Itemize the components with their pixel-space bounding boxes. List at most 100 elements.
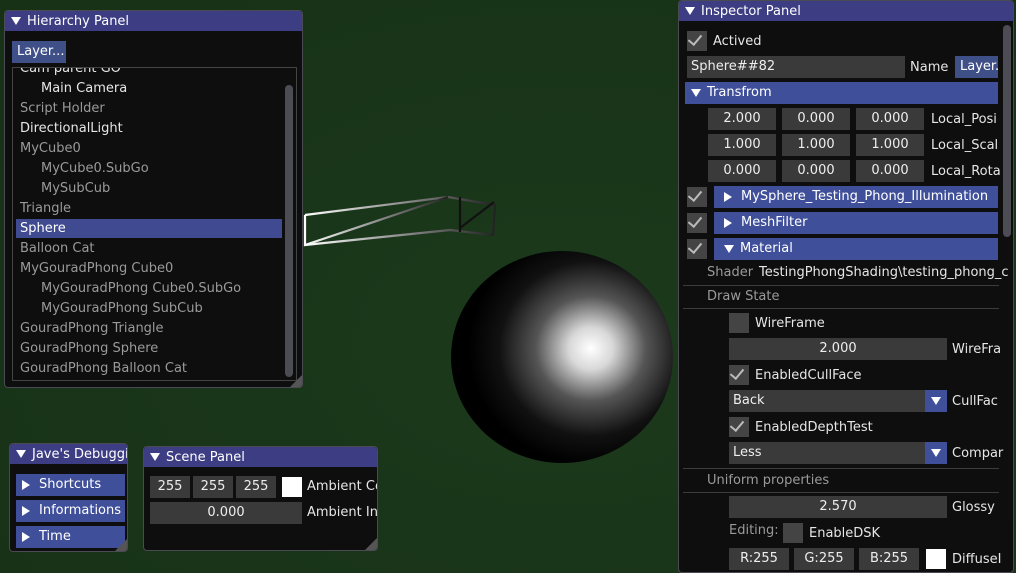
- component-header-material[interactable]: Material: [714, 238, 998, 260]
- rotation-z-field[interactable]: 0.000: [856, 160, 924, 182]
- component-label: MeshFilter: [741, 215, 808, 230]
- transform-header[interactable]: Transfrom: [685, 82, 998, 104]
- shader-value: TestingPhongShading\testing_phong_c: [759, 265, 1009, 280]
- depthtest-label: EnabledDepthTest: [755, 420, 873, 435]
- depth-compare-label: Compar: [952, 446, 1004, 461]
- inspector-title: Inspector Panel: [701, 3, 801, 19]
- shader-label: Shader: [707, 265, 754, 280]
- position-z-field[interactable]: 0.000: [856, 108, 924, 130]
- chevron-down-icon[interactable]: [925, 390, 947, 412]
- informations-label: Informations: [39, 503, 122, 518]
- scene-title-bar[interactable]: Scene Panel: [144, 447, 377, 467]
- tree-item[interactable]: DirectionalLight: [13, 121, 123, 136]
- component-enabled-checkbox[interactable]: [687, 239, 707, 259]
- tree-item[interactable]: MyCube0: [13, 141, 81, 156]
- scene-panel: Scene Panel 255 255 255 Ambient Co 0.000…: [143, 446, 378, 551]
- wireframe-width-slider[interactable]: 2.000: [729, 338, 947, 360]
- tree-item[interactable]: MyGouradPhong Cube0: [13, 261, 173, 276]
- debug-title-bar[interactable]: Jave's Debuggi: [10, 444, 127, 464]
- tree-item[interactable]: MyGouradPhong SubCub: [13, 301, 203, 316]
- ambient-intensity-label: Ambient In: [307, 505, 378, 520]
- ambient-g-field[interactable]: 255: [193, 476, 233, 498]
- tree-item-selected[interactable]: Sphere: [16, 219, 282, 238]
- chevron-down-icon[interactable]: [925, 442, 947, 464]
- name-label: Name: [910, 60, 949, 75]
- rotation-x-field[interactable]: 0.000: [708, 160, 776, 182]
- ambient-color-swatch[interactable]: [282, 477, 302, 497]
- cullface-select[interactable]: Back: [729, 390, 947, 412]
- hierarchy-title-bar[interactable]: Hierarchy Panel: [5, 11, 302, 31]
- tree-item[interactable]: Balloon Cat: [13, 241, 95, 256]
- time-label: Time: [39, 529, 71, 544]
- debug-panel: Jave's Debuggi Shortcuts Informations Ti…: [9, 443, 128, 552]
- component-enabled-checkbox[interactable]: [687, 187, 707, 207]
- tree-item[interactable]: Triangle: [13, 201, 71, 216]
- inspector-layer-button[interactable]: Layer..: [955, 56, 998, 78]
- collapse-arrow-icon[interactable]: [11, 17, 21, 25]
- diffuse-r-field[interactable]: R:255: [729, 548, 789, 570]
- wireframe-label: WireFrame: [755, 316, 825, 331]
- component-header-meshfilter[interactable]: MeshFilter: [714, 212, 998, 234]
- position-y-field[interactable]: 0.000: [782, 108, 850, 130]
- hierarchy-title: Hierarchy Panel: [27, 13, 130, 29]
- scene-title: Scene Panel: [166, 449, 245, 465]
- glossy-label: Glossy: [952, 500, 995, 515]
- divider: [683, 468, 999, 469]
- tree-item[interactable]: GouradPhong Triangle: [13, 321, 164, 336]
- component-header-script[interactable]: MySphere_Testing_Phong_Illumination: [714, 186, 998, 208]
- hierarchy-scrollbar[interactable]: [285, 85, 293, 377]
- rotation-y-field[interactable]: 0.000: [782, 160, 850, 182]
- cullface-checkbox[interactable]: [729, 365, 749, 385]
- cullface-combo-label: CullFac: [952, 394, 998, 409]
- depth-compare-select[interactable]: Less: [729, 442, 947, 464]
- component-enabled-checkbox[interactable]: [687, 213, 707, 233]
- enable-dsk-checkbox[interactable]: [783, 523, 803, 543]
- resize-grip[interactable]: [290, 375, 302, 387]
- cullface-label: EnabledCullFace: [755, 368, 862, 383]
- tree-item[interactable]: Cam parent GO: [13, 68, 121, 76]
- layer-button[interactable]: Layer...: [12, 41, 66, 63]
- scale-z-field[interactable]: 1.000: [856, 134, 924, 156]
- tree-item[interactable]: Script Holder: [13, 101, 105, 116]
- collapse-arrow-icon[interactable]: [685, 7, 695, 15]
- expand-arrow-icon: [22, 506, 30, 516]
- ambient-intensity-field[interactable]: 0.000: [150, 502, 302, 524]
- name-input[interactable]: Sphere##82: [687, 56, 905, 78]
- scale-y-field[interactable]: 1.000: [782, 134, 850, 156]
- glossy-slider[interactable]: 2.570: [729, 496, 947, 518]
- diffuse-g-field[interactable]: G:255: [794, 548, 854, 570]
- hierarchy-tree: Cam parent GO Main Camera Script Holder …: [12, 67, 297, 381]
- diffuse-label: DiffuseI: [952, 552, 1002, 567]
- tree-item[interactable]: GouradPhong Balloon Cat: [13, 361, 187, 376]
- tree-item[interactable]: MyCube0.SubGo: [13, 161, 149, 176]
- resize-grip[interactable]: [115, 539, 127, 551]
- collapse-arrow-icon: [691, 89, 701, 97]
- depthtest-checkbox[interactable]: [729, 417, 749, 437]
- draw-state-label: Draw State: [707, 289, 780, 304]
- resize-grip[interactable]: [365, 538, 377, 550]
- actived-checkbox[interactable]: [687, 31, 707, 51]
- diffuse-color-swatch[interactable]: [926, 549, 946, 569]
- scale-x-field[interactable]: 1.000: [708, 134, 776, 156]
- inspector-scrollbar[interactable]: [1003, 25, 1011, 237]
- tree-item[interactable]: MyGouradPhong Cube0.SubGo: [13, 281, 241, 296]
- collapse-arrow-icon[interactable]: [16, 450, 26, 458]
- tree-item[interactable]: Main Camera: [13, 81, 127, 96]
- tree-item[interactable]: GouradPhong Sphere: [13, 341, 158, 356]
- ambient-r-field[interactable]: 255: [150, 476, 190, 498]
- local-scale-label: Local_Scal: [931, 138, 999, 153]
- expand-arrow-icon: [724, 218, 732, 228]
- collapse-arrow-icon[interactable]: [150, 453, 160, 461]
- tree-item[interactable]: MySubCub: [13, 181, 110, 196]
- diffuse-b-field[interactable]: B:255: [859, 548, 919, 570]
- wireframe-checkbox[interactable]: [729, 313, 749, 333]
- inspector-title-bar[interactable]: Inspector Panel: [679, 1, 1013, 21]
- ambient-b-field[interactable]: 255: [236, 476, 276, 498]
- shortcuts-header[interactable]: Shortcuts: [16, 474, 125, 496]
- divider: [683, 308, 999, 309]
- inspector-panel: Inspector Panel Actived Sphere##82 Name …: [678, 0, 1014, 573]
- time-header[interactable]: Time: [16, 526, 125, 548]
- ambient-color-label: Ambient Co: [307, 479, 378, 494]
- position-x-field[interactable]: 2.000: [708, 108, 776, 130]
- informations-header[interactable]: Informations: [16, 500, 125, 522]
